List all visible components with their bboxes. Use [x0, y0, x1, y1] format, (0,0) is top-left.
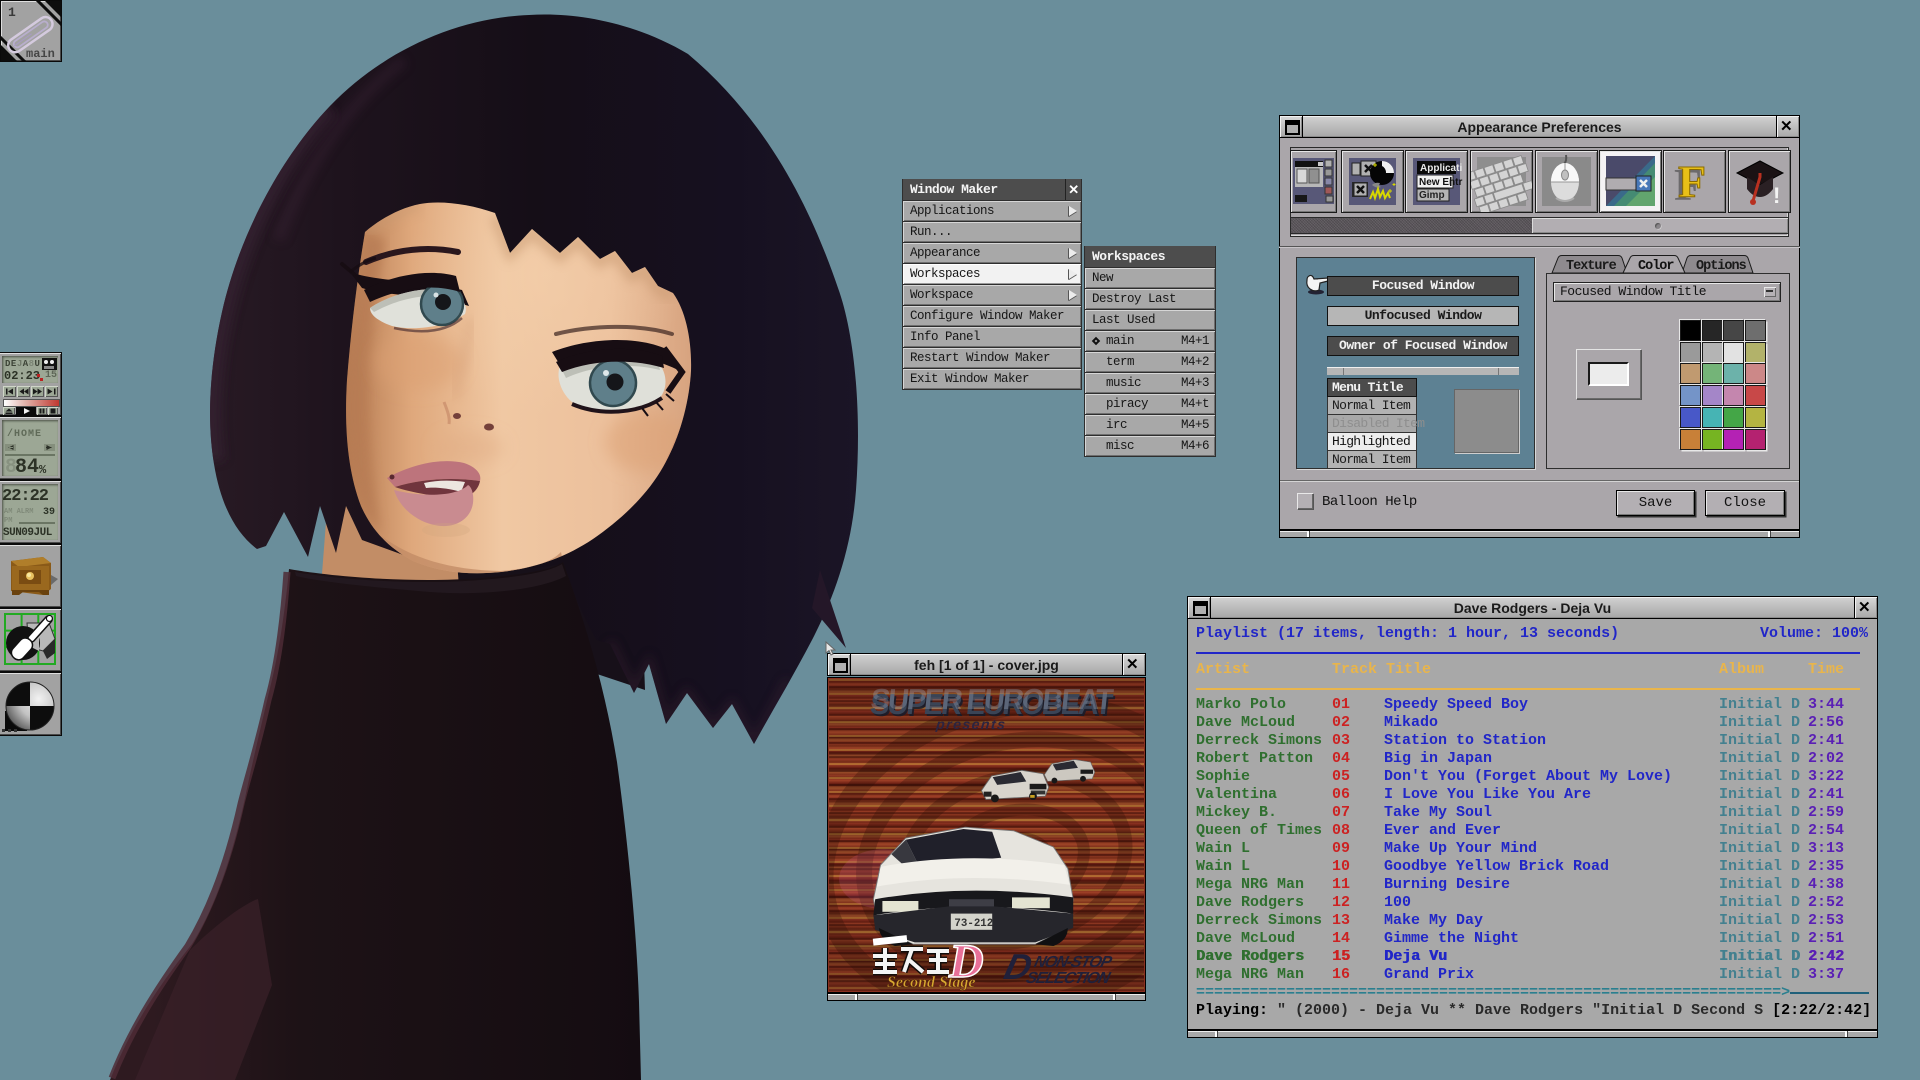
svg-text:Color: Color [1638, 259, 1674, 274]
svg-text:SELECTION: SELECTION [1024, 969, 1112, 987]
svg-text:73-212: 73-212 [954, 918, 993, 930]
svg-text:Options: Options [1696, 259, 1747, 274]
svg-text:Second Stage: Second Stage [887, 974, 975, 991]
svg-text:SUPER EUROBEAT: SUPER EUROBEAT [869, 684, 1115, 716]
svg-text:presents: presents [934, 716, 1007, 732]
svg-text:main: main [26, 47, 55, 61]
svg-text:Texture: Texture [1566, 259, 1617, 274]
svg-text:1: 1 [8, 5, 16, 20]
